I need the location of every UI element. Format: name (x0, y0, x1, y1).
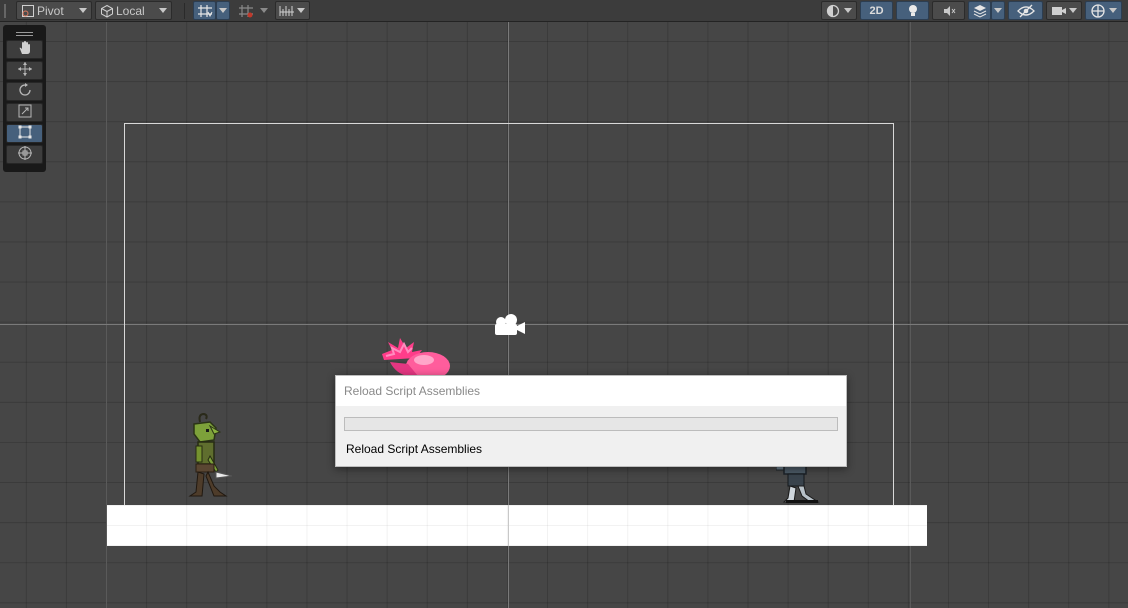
toolbar-grip[interactable] (4, 4, 6, 18)
grid-snap-options[interactable] (216, 1, 230, 20)
dialog-message: Reload Script Assemblies (346, 442, 483, 456)
transform-tool-button[interactable] (6, 145, 43, 164)
transform-icon (17, 145, 33, 164)
camera-gizmo-icon[interactable] (492, 313, 528, 342)
mode-2d-label: 2D (869, 4, 884, 17)
move-tool-button[interactable] (6, 61, 43, 80)
space-label: Local (116, 3, 145, 18)
gizmos-dropdown[interactable] (1085, 1, 1122, 20)
space-dropdown[interactable]: Local (95, 1, 172, 20)
rotate-tool-button[interactable] (6, 82, 43, 101)
goblin-character-sprite[interactable] (186, 412, 236, 505)
ruler-icon (279, 4, 295, 18)
chevron-down-icon (219, 8, 227, 13)
move-icon (17, 61, 33, 80)
draw-mode-icon (825, 4, 841, 18)
visibility-icon (1009, 2, 1042, 19)
effects-icon (969, 2, 990, 19)
rect-tool-button[interactable] (6, 124, 43, 143)
chevron-down-icon (260, 8, 268, 13)
scene-y-axis-ground (508, 505, 509, 546)
chevron-down-icon (994, 8, 1002, 13)
pivot-icon (21, 4, 35, 18)
increment-snap-options[interactable] (257, 1, 271, 20)
ruler-dropdown[interactable] (275, 1, 310, 20)
increment-snap-toggle[interactable] (235, 1, 257, 20)
progress-bar (344, 417, 838, 431)
increment-snap-icon (236, 2, 256, 19)
tools-overlay (3, 25, 46, 172)
scene-visibility-toggle[interactable] (1008, 1, 1043, 20)
mode-2d-toggle[interactable]: 2D (860, 1, 893, 20)
chevron-down-icon (79, 8, 87, 13)
reload-script-assemblies-dialog: Reload Script Assemblies Reload Script A… (335, 375, 847, 467)
chevron-down-icon (844, 8, 852, 13)
effects-toggle[interactable] (968, 1, 991, 20)
light-icon (897, 2, 928, 19)
camera-icon (1051, 4, 1067, 18)
grid-snap-toggle[interactable] (193, 1, 216, 20)
pivot-label: Pivot (37, 3, 64, 18)
chevron-down-icon (1109, 8, 1117, 13)
pivot-dropdown[interactable]: Pivot (16, 1, 92, 20)
chevron-down-icon (1069, 8, 1077, 13)
chevron-down-icon (159, 8, 167, 13)
draw-mode-dropdown[interactable] (821, 1, 857, 20)
toolbar-separator (184, 3, 185, 19)
effects-options[interactable] (991, 1, 1005, 20)
scene-camera-dropdown[interactable] (1046, 1, 1082, 20)
rotate-icon (17, 82, 33, 101)
scale-tool-button[interactable] (6, 103, 43, 122)
hand-icon (17, 40, 33, 59)
grid-snap-icon (194, 2, 215, 19)
rect-transform-icon (17, 124, 33, 143)
chevron-down-icon (297, 8, 305, 13)
local-cube-icon (100, 4, 114, 18)
hand-tool-button[interactable] (6, 40, 43, 59)
scale-icon (17, 103, 33, 122)
lighting-toggle[interactable] (896, 1, 929, 20)
gizmos-icon (1090, 3, 1106, 19)
ground-platform[interactable] (107, 505, 927, 546)
overlay-drag-handle[interactable] (6, 28, 43, 40)
audio-toggle[interactable] (932, 1, 965, 20)
scene-toolbar: Pivot Local 2D (0, 0, 1128, 22)
audio-mute-icon (933, 2, 964, 19)
dialog-title: Reload Script Assemblies (336, 376, 846, 406)
